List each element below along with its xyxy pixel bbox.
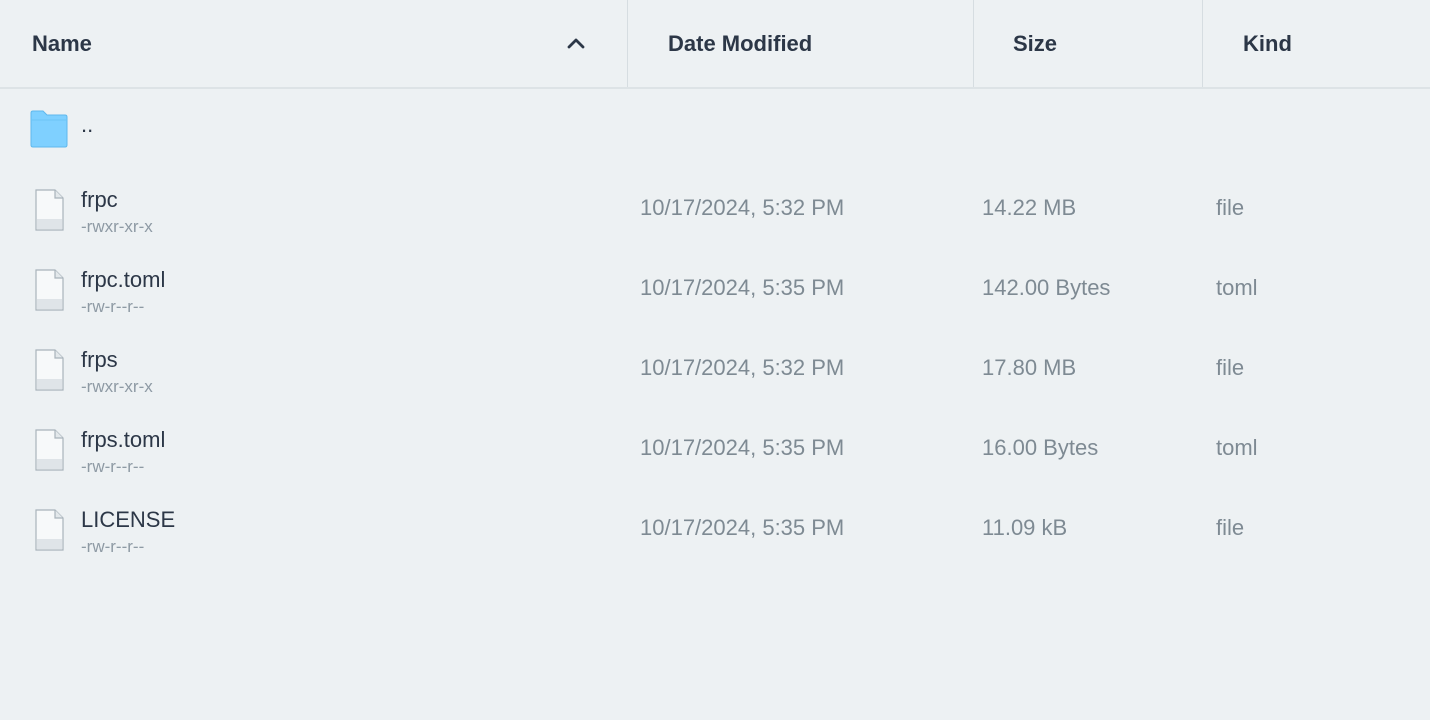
file-icon <box>35 429 64 471</box>
file-size: 14.22 MB <box>982 195 1077 220</box>
file-kind: file <box>1216 355 1245 380</box>
file-date-modified: 10/17/2024, 5:35 PM <box>640 515 845 540</box>
column-header-bar: Name Date Modified Size Kind <box>0 0 1430 89</box>
file-kind: file <box>1216 515 1245 540</box>
file-kind: toml <box>1216 275 1258 300</box>
file-permissions: -rw-r--r-- <box>81 457 145 476</box>
file-date-modified: 10/17/2024, 5:32 PM <box>640 195 845 220</box>
parent-directory-label: .. <box>81 112 94 137</box>
column-header-kind-label: Kind <box>1243 30 1292 56</box>
column-header-size-label: Size <box>1013 30 1058 56</box>
column-header-date-label: Date Modified <box>668 30 813 56</box>
column-header-name[interactable]: Name <box>0 0 627 87</box>
file-date-modified: 10/17/2024, 5:32 PM <box>640 355 845 380</box>
folder-icon <box>30 110 68 148</box>
file-row[interactable]: frps -rwxr-xr-x 10/17/2024, 5:32 PM 17.8… <box>0 329 1430 409</box>
file-date-modified: 10/17/2024, 5:35 PM <box>640 435 845 460</box>
file-row[interactable]: frpc.toml -rw-r--r-- 10/17/2024, 5:35 PM… <box>0 249 1430 329</box>
file-name: frps <box>81 347 118 372</box>
file-size: 142.00 Bytes <box>982 275 1111 300</box>
file-browser: Name Date Modified Size Kind .. frpc -rw… <box>0 0 1430 720</box>
file-name: frpc.toml <box>81 267 166 292</box>
file-permissions: -rw-r--r-- <box>81 537 145 556</box>
file-name: LICENSE <box>81 507 176 532</box>
file-kind: file <box>1216 195 1245 220</box>
file-size: 11.09 kB <box>982 515 1068 540</box>
file-size: 16.00 Bytes <box>982 435 1099 460</box>
file-icon <box>35 349 64 391</box>
file-size: 17.80 MB <box>982 355 1077 380</box>
column-header-kind[interactable]: Kind <box>1202 0 1430 87</box>
file-permissions: -rwxr-xr-x <box>81 217 153 236</box>
file-name: frps.toml <box>81 427 166 452</box>
file-icon <box>35 189 64 231</box>
file-permissions: -rw-r--r-- <box>81 297 145 316</box>
chevron-up-icon[interactable] <box>565 32 587 54</box>
column-header-size[interactable]: Size <box>973 0 1202 87</box>
file-kind: toml <box>1216 435 1258 460</box>
file-row[interactable]: LICENSE -rw-r--r-- 10/17/2024, 5:35 PM 1… <box>0 489 1430 569</box>
file-row[interactable]: frps.toml -rw-r--r-- 10/17/2024, 5:35 PM… <box>0 409 1430 489</box>
file-icon <box>35 269 64 311</box>
file-icon <box>35 509 64 551</box>
file-row[interactable]: frpc -rwxr-xr-x 10/17/2024, 5:32 PM 14.2… <box>0 169 1430 249</box>
column-header-name-label: Name <box>32 30 92 56</box>
file-date-modified: 10/17/2024, 5:35 PM <box>640 275 845 300</box>
file-name: frpc <box>81 187 118 212</box>
parent-directory-row[interactable]: .. <box>0 90 1430 170</box>
file-permissions: -rwxr-xr-x <box>81 377 153 396</box>
column-header-date-modified[interactable]: Date Modified <box>627 0 973 87</box>
